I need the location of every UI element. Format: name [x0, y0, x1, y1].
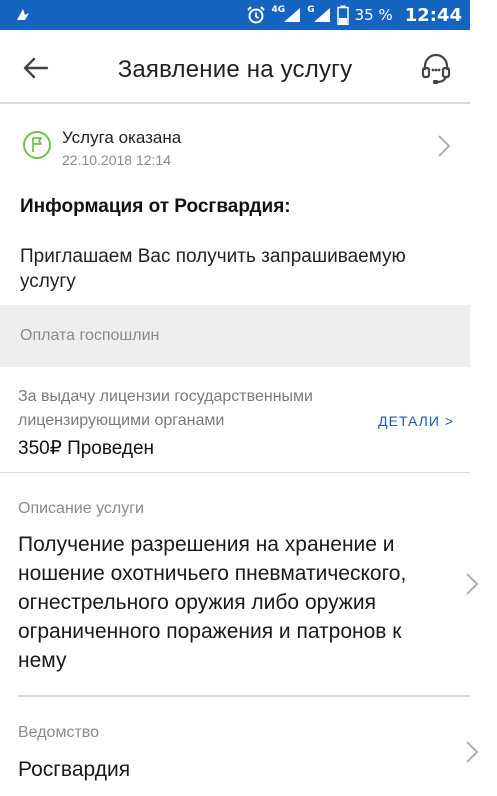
fees-section-header: Оплата госпошлин: [0, 305, 470, 367]
info-heading: Информация от Росгвардия:: [20, 196, 291, 217]
service-description-section[interactable]: Описание услуги Получение разрешения на …: [18, 474, 479, 697]
network-label-2: G: [307, 5, 315, 15]
page-title: Заявление на услугу: [117, 56, 353, 83]
info-text: Приглашаем Вас получить запрашиваемую ус…: [20, 246, 406, 292]
signal-icon-1: 4G: [271, 5, 302, 23]
battery-icon: [336, 5, 349, 25]
details-link[interactable]: ДЕТАЛИ >: [378, 413, 454, 429]
agency-section[interactable]: Ведомство Росгвардия: [18, 698, 479, 796]
service-label: Описание услуги: [18, 500, 144, 517]
chevron-right-icon: [466, 573, 479, 595]
signal-icon-2: G: [307, 5, 330, 23]
back-button[interactable]: [18, 50, 54, 86]
payment-description: За выдачу лицензии государственными лице…: [18, 388, 313, 429]
headset-icon: [421, 53, 451, 84]
flag-icon: [23, 131, 51, 159]
service-text: Получение разрешения на хранение и ношен…: [18, 533, 407, 672]
clock: 12:44: [404, 4, 462, 26]
back-arrow-icon: [23, 57, 49, 79]
agency-label: Ведомство: [18, 724, 99, 741]
service-status-row[interactable]: Услуга оказана 22.10.2018 12:14: [0, 106, 470, 186]
status-date: 22.10.2018 12:14: [62, 152, 171, 168]
fees-header-label: Оплата госпошлин: [20, 327, 160, 344]
app-bar: Заявление на услугу: [0, 30, 470, 104]
payment-item: За выдачу лицензии государственными лице…: [0, 367, 470, 473]
notification-icon: [17, 9, 29, 20]
network-label-1: 4G: [271, 5, 286, 15]
alarm-icon: [246, 5, 266, 25]
status-title: Услуга оказана: [62, 128, 182, 147]
support-button[interactable]: [416, 48, 456, 88]
chevron-right-icon: [466, 741, 479, 763]
chevron-right-icon: [438, 135, 451, 157]
battery-percent: 35 %: [354, 6, 393, 24]
status-bar: 4G G 35 % 12:44: [0, 0, 470, 30]
agency-value: Росгвардия: [18, 758, 131, 781]
payment-amount: 350₽ Проведен: [18, 438, 155, 459]
